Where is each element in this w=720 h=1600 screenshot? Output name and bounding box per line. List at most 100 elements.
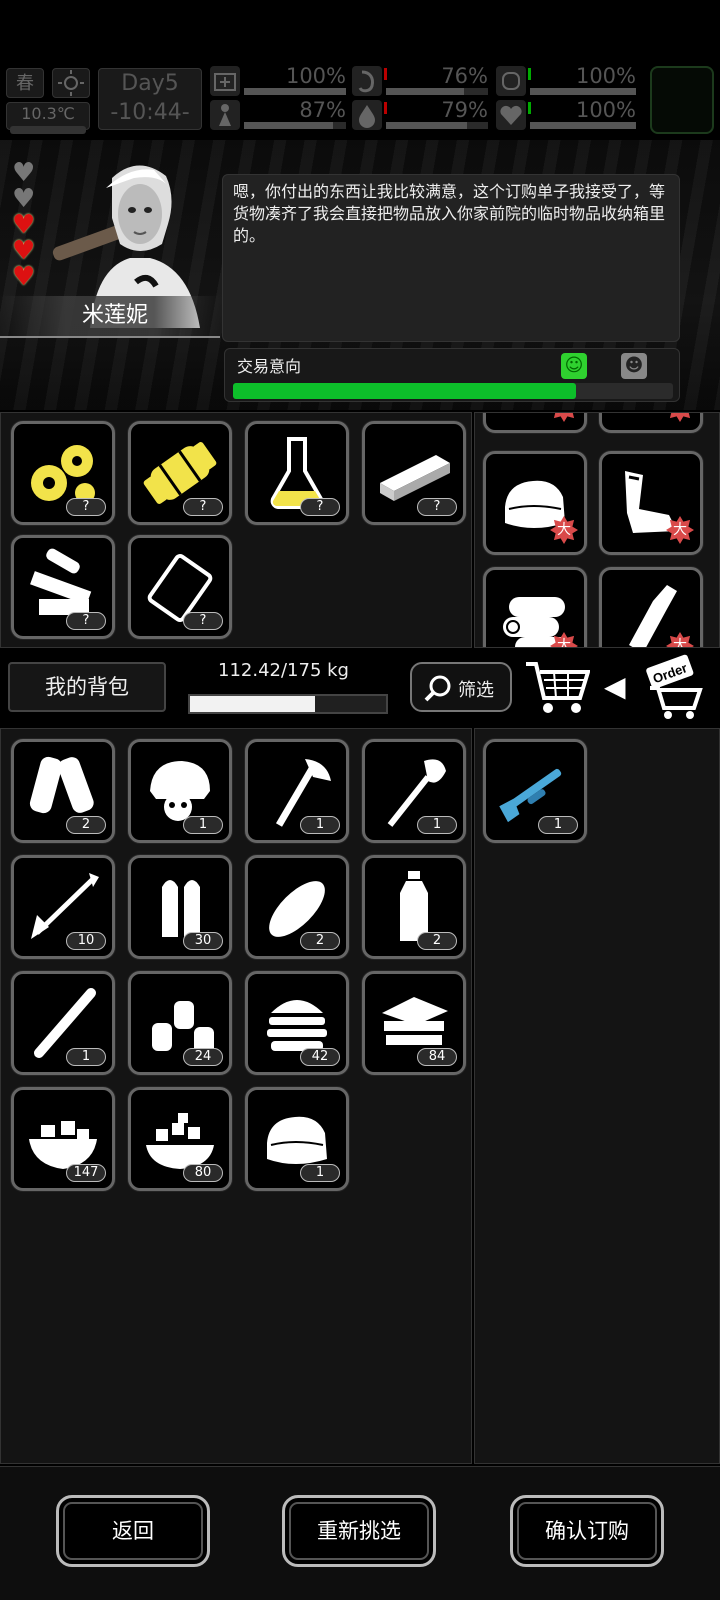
item-slot[interactable]: 1 xyxy=(362,739,466,843)
item-slot[interactable]: 1 xyxy=(483,739,587,843)
size-badge: 大 xyxy=(550,516,578,544)
trade-intent-panel: 交易意向 ☺ ☻ xyxy=(224,348,680,402)
item-slot[interactable]: 大 xyxy=(599,413,703,433)
item-count: 1 xyxy=(417,816,457,834)
item-slot[interactable]: 10 xyxy=(11,855,115,959)
item-count: 1 xyxy=(66,1048,106,1066)
item-count: 1 xyxy=(300,1164,340,1182)
item-count: ? xyxy=(183,498,223,516)
item-count: 1 xyxy=(300,816,340,834)
arrow-left-icon: ◀ xyxy=(604,670,626,703)
logs-icon xyxy=(486,570,584,647)
item-slot[interactable]: 大 xyxy=(483,413,587,433)
energy-value: 87% xyxy=(299,98,346,122)
item-count: 80 xyxy=(183,1164,223,1182)
season-indicator: 春 xyxy=(6,68,44,98)
npc-name-bar: 米莲妮 xyxy=(0,296,220,338)
thirst-gauge: 79% xyxy=(352,98,490,130)
item-count: ? xyxy=(183,612,223,630)
happy-face-icon: ☺ xyxy=(561,353,587,379)
item-slot[interactable]: 1 xyxy=(11,971,115,1075)
item-slot[interactable]: 1 xyxy=(128,739,232,843)
item-count: 147 xyxy=(66,1164,106,1182)
confirm-order-button[interactable]: 确认订购 xyxy=(510,1495,664,1567)
temperature-bar xyxy=(10,126,86,134)
mood-gauge: 100% xyxy=(496,64,638,96)
npc-name: 米莲妮 xyxy=(81,303,148,328)
status-bar: 春 10.3℃ Day5 -10:44- 100% 76% 100% 87% 7… xyxy=(0,62,720,140)
heart-gauge: 100% xyxy=(496,98,638,130)
backpack-tab[interactable]: 我的背包 xyxy=(8,662,166,712)
day-time-panel: Day5 -10:44- xyxy=(98,68,202,130)
cart-icon[interactable] xyxy=(524,660,590,716)
item-slot[interactable]: 84 xyxy=(362,971,466,1075)
item-slot[interactable]: 1 xyxy=(245,739,349,843)
heart-empty-icon: ♥ xyxy=(12,184,36,214)
offered-items-panel: 大 大 大 大 大 大 xyxy=(474,412,720,648)
item-count: 24 xyxy=(183,1048,223,1066)
item-count: 1 xyxy=(538,816,578,834)
hunger-gauge: 76% xyxy=(352,64,490,96)
inventory-panel: 2 1 1 1 10 30 2 2 1 24 42 84 147 80 1 xyxy=(0,728,472,1464)
weight-bar xyxy=(188,694,388,714)
item-slot[interactable]: ? xyxy=(128,535,232,639)
item-slot[interactable]: 1 xyxy=(245,1087,349,1191)
item-slot[interactable]: 30 xyxy=(128,855,232,959)
backpack-bar: 我的背包 112.42/175 kg 筛选 ◀ Order xyxy=(0,648,720,726)
heart-empty-icon: ♥ xyxy=(12,158,36,188)
item-slot[interactable]: ? xyxy=(362,421,466,525)
selected-items-panel: 1 xyxy=(474,728,720,1464)
magnifier-icon xyxy=(424,675,451,702)
hunger-value: 76% xyxy=(441,64,488,88)
item-slot[interactable]: 80 xyxy=(128,1087,232,1191)
stomach-icon xyxy=(352,66,382,96)
quick-slot[interactable] xyxy=(650,66,714,134)
day-label: Day5 xyxy=(121,71,179,96)
energy-gauge: 87% xyxy=(210,98,348,130)
item-slot[interactable]: 大 xyxy=(483,451,587,555)
bottle-icon xyxy=(602,570,700,647)
item-slot[interactable]: ? xyxy=(11,535,115,639)
footer-bar: 返回 重新挑选 确认订购 xyxy=(0,1466,720,1600)
requested-items-panel: ? ? ? ? ? ? xyxy=(0,412,472,648)
brain-icon xyxy=(496,66,526,96)
heart-full-icon: ♥ xyxy=(12,210,36,240)
item-count: ? xyxy=(66,612,106,630)
item-slot[interactable]: 2 xyxy=(362,855,466,959)
heart-full-icon: ♥ xyxy=(12,236,36,266)
mood-fill xyxy=(530,88,636,95)
order-cart-icon[interactable]: Order xyxy=(642,652,712,722)
affection-hearts: ♥ ♥ ♥ ♥ ♥ xyxy=(12,160,42,290)
item-slot[interactable]: 大 xyxy=(483,567,587,647)
item-slot[interactable]: 2 xyxy=(245,855,349,959)
mood-value: 100% xyxy=(575,64,636,88)
item-count: 30 xyxy=(183,932,223,950)
item-count: 2 xyxy=(417,932,457,950)
item-count: ? xyxy=(417,498,457,516)
item-slot[interactable]: ? xyxy=(245,421,349,525)
health-value: 100% xyxy=(285,64,346,88)
item-slot[interactable]: ? xyxy=(128,421,232,525)
item-slot[interactable]: 2 xyxy=(11,739,115,843)
person-icon xyxy=(210,100,240,130)
item-slot[interactable]: 24 xyxy=(128,971,232,1075)
item-slot[interactable]: 42 xyxy=(245,971,349,1075)
thirst-value: 79% xyxy=(441,98,488,122)
item-slot[interactable]: 大 xyxy=(599,451,703,555)
item-slot[interactable]: 147 xyxy=(11,1087,115,1191)
filter-button[interactable]: 筛选 xyxy=(410,662,512,712)
npc-dialog: 嗯，你付出的东西让我比较满意，这个订购单子我接受了，等货物凑齐了我会直接把物品放… xyxy=(222,174,680,342)
item-slot[interactable]: 大 xyxy=(599,567,703,647)
first-aid-icon xyxy=(210,66,240,96)
item-count: 84 xyxy=(417,1048,457,1066)
item-count: ? xyxy=(300,498,340,516)
heart-icon xyxy=(496,100,526,130)
item-slot[interactable]: ? xyxy=(11,421,115,525)
weight-text: 112.42/175 kg xyxy=(218,660,349,681)
trade-intent-fill xyxy=(233,383,577,399)
sun-icon xyxy=(52,68,90,98)
heart-fill xyxy=(530,122,636,129)
time-label: -10:44- xyxy=(110,100,190,125)
reselect-button[interactable]: 重新挑选 xyxy=(282,1495,436,1567)
back-button[interactable]: 返回 xyxy=(56,1495,210,1567)
